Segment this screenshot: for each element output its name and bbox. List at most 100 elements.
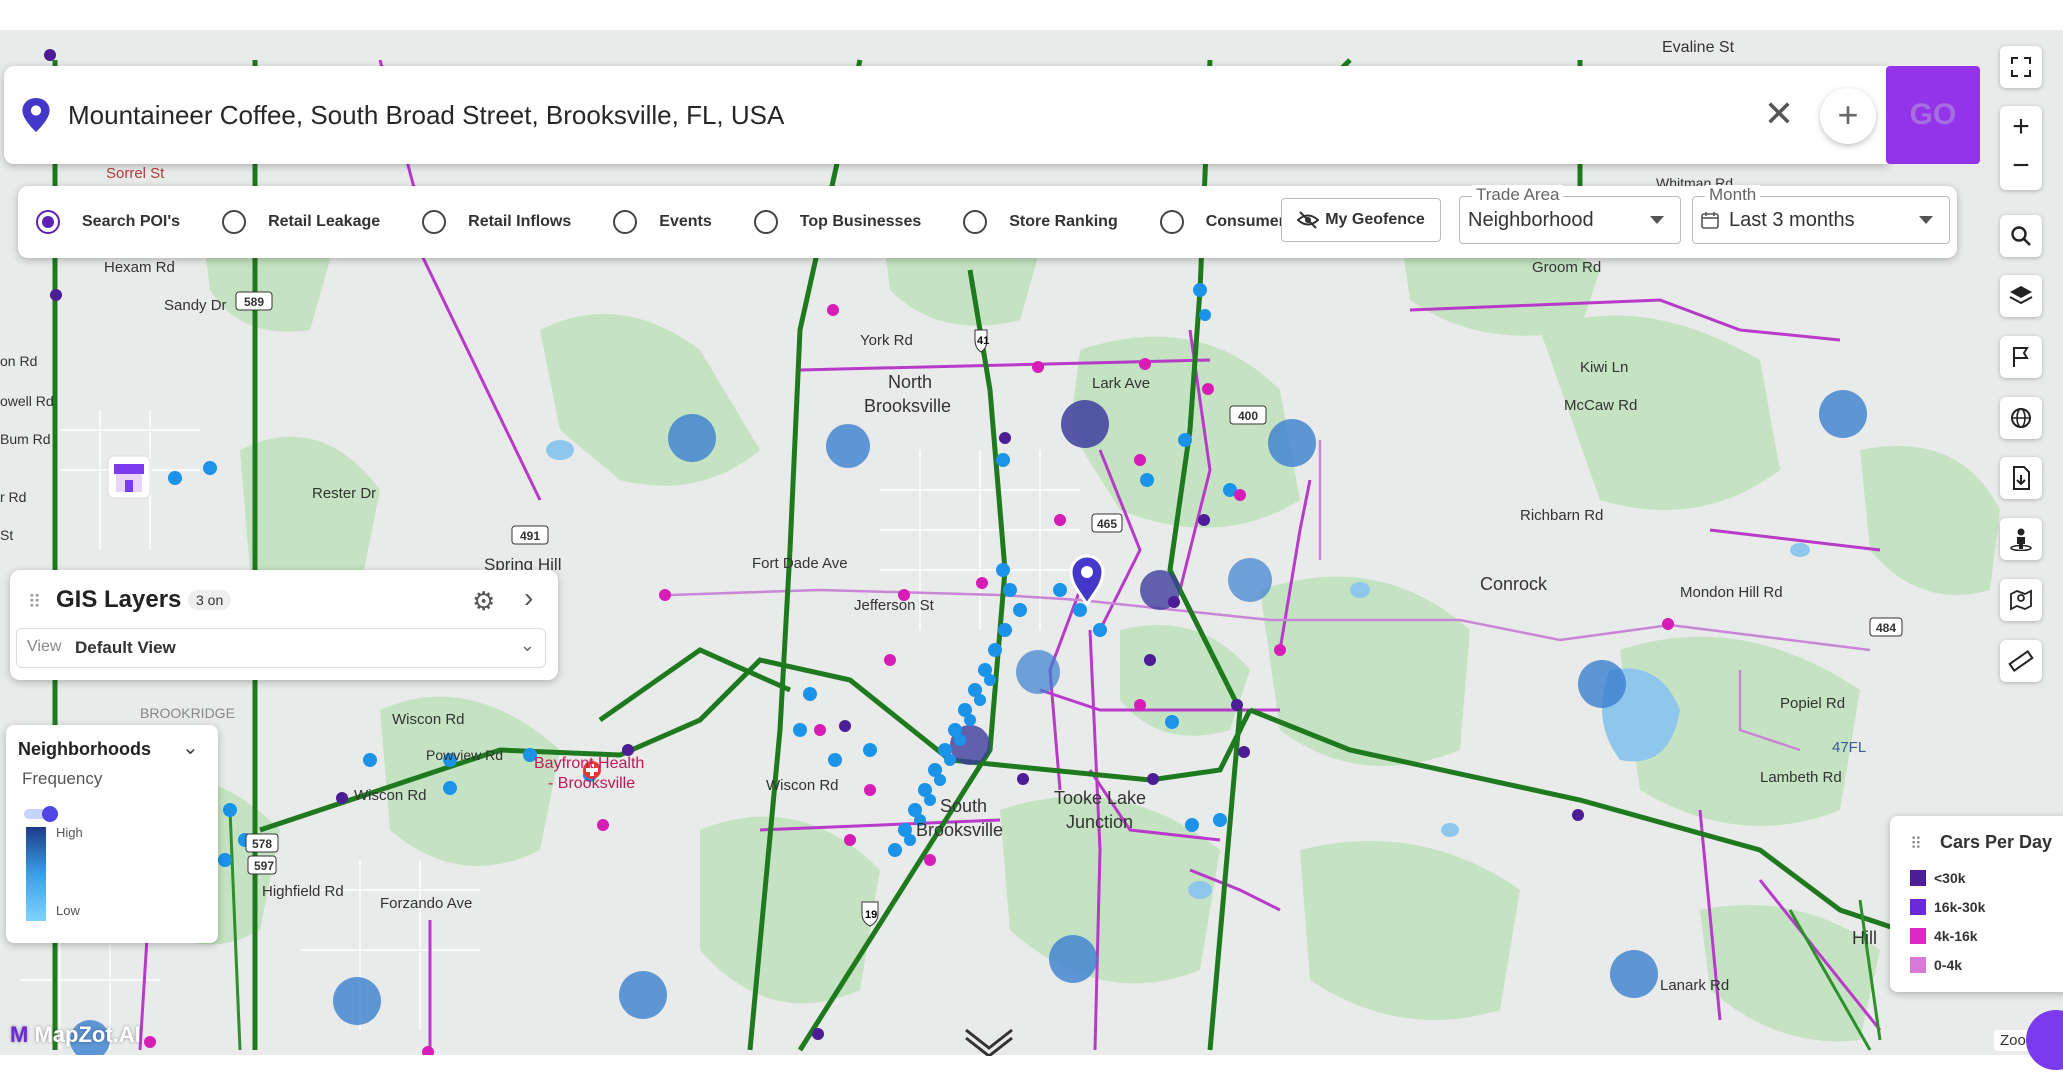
view-select[interactable]: View Default View ⌄ [16,628,546,668]
search-input[interactable]: Mountaineer Coffee, South Broad Street, … [68,100,1889,131]
legend-label: 4k-16k [1934,928,1978,944]
map-label: Lambeth Rd [1760,769,1842,786]
chevron-down-icon[interactable]: ⌄ [182,735,199,760]
map-label: Sandy Dr [164,297,227,314]
frequency-label: Frequency [22,769,103,788]
go-button[interactable]: GO [1886,66,1980,164]
legend-label: 16k-30k [1934,899,1986,915]
trade-area-value: Neighborhood [1468,209,1594,231]
radio-top-businesses[interactable]: Top Businesses [753,210,922,234]
map-svg: 589 491 400 465 484 578 597 Evaline St S… [0,39,2063,1055]
search-bar[interactable]: Mountaineer Coffee, South Broad Street, … [4,66,1889,164]
zoom-in-button[interactable]: + [2012,106,2030,148]
ruler-button[interactable] [2000,640,2042,682]
ruler-icon [2008,650,2034,672]
trade-area-label: Trade Area [1472,185,1564,205]
map-label: Mondon Hill Rd [1680,584,1783,601]
clear-icon[interactable]: ✕ [1761,96,1797,132]
map-label: r Rd [0,489,26,505]
svg-text:578: 578 [252,837,272,851]
map-label: Brooksville [916,820,1003,840]
layers-button[interactable] [2000,275,2042,317]
fullscreen-button[interactable] [2000,46,2042,88]
map-label: Lark Ave [1092,375,1150,392]
radio-events[interactable]: Events [613,210,712,234]
trade-area-select[interactable]: Trade Area Neighborhood [1459,185,1681,244]
neighborhoods-title: Neighborhoods [18,739,151,759]
map-label: Bayfront Health [534,755,644,772]
frequency-gradient [26,827,46,921]
radio-label: Search POI's [82,213,181,230]
gis-layers-panel: ⠿ GIS Layers 3 on ⚙ › View Default View … [10,570,558,680]
store-icon [107,455,151,499]
map-location-icon [2010,589,2032,611]
map-label: 19 [865,909,877,921]
map-label: Fort Dade Ave [752,555,848,572]
map-pin-button[interactable] [2000,579,2042,621]
map-label: - Brooksville [548,775,635,792]
radio-retail-leakage[interactable]: Retail Leakage [222,210,380,234]
map-label: Rester Dr [312,485,376,502]
cars-title: Cars Per Day [1940,832,2053,852]
frequency-toggle[interactable] [24,806,58,822]
drag-handle-icon[interactable]: ⠿ [1910,834,1922,854]
map-canvas[interactable]: 589 491 400 465 484 578 597 Evaline St S… [0,30,2063,1055]
low-label: Low [56,903,80,918]
drag-handle-icon[interactable]: ⠿ [28,592,41,613]
radio-icon [753,210,778,234]
radio-icon [422,210,447,234]
map-label: Hill [1852,928,1877,948]
map-label: BROOKRIDGE [140,705,235,721]
calendar-icon [1701,212,1719,229]
map-label: Evaline St [1662,39,1735,56]
download-button[interactable] [2000,457,2042,499]
map-label: Highfield Rd [262,883,344,900]
map-label: Hexam Rd [104,259,175,276]
brand-name: MapZot.AI [34,1022,141,1047]
map-label: Forzando Ave [380,895,472,912]
map-label: Jefferson St [854,597,935,614]
month-label: Month [1705,185,1761,205]
eye-off-icon [1297,211,1320,229]
map-label: Sorrel St [106,165,165,182]
filter-bar: Search POI's Retail Leakage Retail Inflo… [18,185,1957,258]
my-geofence-button[interactable]: My Geofence [1281,198,1441,242]
svg-text:589: 589 [244,295,264,309]
zoom-out-button[interactable]: − [2012,148,2030,190]
street-view-button[interactable] [2000,518,2042,560]
legend-label: <30k [1934,870,1966,886]
map-label: Bum Rd [0,431,51,447]
radio-icon [1159,210,1184,234]
chevron-right-icon[interactable]: › [524,582,533,614]
map-label: 41 [977,335,989,347]
map-label: Powview Rd [426,747,503,763]
caret-down-icon [1919,216,1933,224]
radio-retail-inflows[interactable]: Retail Inflows [422,210,571,234]
map-label: on Rd [0,353,37,369]
radio-store-ranking[interactable]: Store Ranking [963,210,1118,234]
search-map-button[interactable] [2000,215,2042,257]
map-label: Groom Rd [1532,259,1601,276]
radio-label: Top Businesses [799,213,922,230]
map-label: St [0,527,13,543]
month-select[interactable]: Month Last 3 months [1692,185,1950,244]
gear-icon[interactable]: ⚙ [472,586,495,617]
geofence-label: My Geofence [1325,211,1425,228]
chevron-down-icon[interactable] [962,1026,1016,1056]
location-pin-icon [22,98,50,132]
fullscreen-icon [2011,57,2031,77]
map-label: York Rd [860,332,913,349]
map-label: Kiwi Ln [1580,359,1628,376]
svg-text:465: 465 [1097,517,1117,531]
add-location-button[interactable]: + [1820,88,1876,144]
selected-location-pin [1069,554,1105,607]
flag-button[interactable] [2000,336,2042,378]
legend-item: 4k-16k [1910,928,1978,944]
globe-button[interactable] [2000,397,2042,439]
radio-search-pois[interactable]: Search POI's [36,210,180,234]
svg-text:400: 400 [1238,409,1258,423]
map-label: Brooksville [864,396,951,416]
caret-down-icon [1650,216,1664,224]
high-label: High [56,825,83,840]
view-key: View [27,638,62,655]
